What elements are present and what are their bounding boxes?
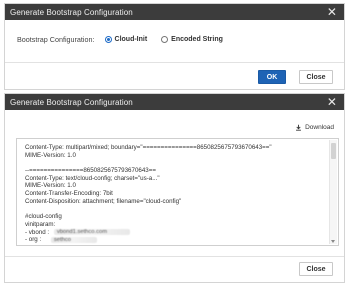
radio-label-cloud-init: Cloud-Init	[114, 35, 148, 43]
divider	[5, 256, 344, 257]
close-button[interactable]: Close	[299, 70, 333, 84]
scrollbar[interactable]	[329, 140, 337, 244]
config-line: Content-Type: multipart/mixed; boundary=…	[25, 144, 272, 151]
config-line: Content-Type: text/cloud-config; charset…	[25, 174, 160, 182]
config-line: Content-Transfer-Encoding: 7bit	[25, 190, 113, 198]
org-value: sethco	[50, 236, 97, 243]
radio-circle-checked[interactable]	[104, 35, 112, 43]
bootstrap-config-dialog: Generate Bootstrap Configuration ✕ Boots…	[4, 3, 345, 90]
org-key: - org :	[25, 236, 42, 244]
config-line: Content-Disposition: attachment; filenam…	[25, 197, 182, 205]
bootstrap-config-output-dialog: Generate Bootstrap Configuration ✕ Downl…	[4, 93, 345, 283]
dialog-titlebar: Generate Bootstrap Configuration ✕	[5, 94, 344, 110]
close-button[interactable]: Close	[299, 262, 333, 276]
config-line: MIME-Version: 1.0	[25, 151, 76, 159]
config-line: #cloud-config	[25, 213, 62, 221]
divider	[5, 62, 344, 63]
download-button[interactable]: Download	[295, 124, 334, 131]
config-line	[25, 206, 324, 214]
radio-encoded-string[interactable]: Encoded String	[161, 35, 223, 43]
vbond-key: - vbond :	[25, 228, 50, 236]
vbond-value: vbond1.sethco.com	[53, 228, 130, 235]
config-type-label: Bootstrap Configuration:	[17, 34, 95, 44]
config-line: vinitparam:	[25, 220, 56, 228]
config-line	[25, 159, 324, 167]
config-type-row: Bootstrap Configuration: Cloud-Init Enco…	[5, 28, 344, 50]
radio-circle[interactable]	[161, 35, 169, 43]
radio-cloud-init[interactable]: Cloud-Init	[104, 35, 148, 43]
config-line-vbond: - vbond : vbond1.sethco.com	[25, 229, 324, 237]
ok-button[interactable]: OK	[258, 70, 286, 84]
radio-label-encoded-string: Encoded String	[171, 35, 223, 43]
config-line-org: - org : sethco	[25, 236, 324, 244]
close-icon[interactable]: ✕	[326, 6, 338, 18]
config-output-text: Content-Type: multipart/mixed; boundary=…	[25, 144, 324, 244]
config-line: MIME-Version: 1.0	[25, 182, 76, 190]
scroll-thumb[interactable]	[331, 143, 336, 159]
config-line: --===============8650825675793670643==	[25, 167, 156, 175]
dialog-title: Generate Bootstrap Configuration	[10, 97, 133, 107]
config-output-textarea[interactable]: Content-Type: multipart/mixed; boundary=…	[16, 138, 339, 246]
close-icon[interactable]: ✕	[326, 96, 338, 108]
scroll-down-arrow-icon[interactable]	[331, 240, 335, 243]
download-icon	[296, 124, 302, 131]
dialog-title: Generate Bootstrap Configuration	[10, 7, 133, 17]
dialog-titlebar: Generate Bootstrap Configuration ✕	[5, 4, 344, 20]
download-label: Download	[305, 124, 334, 131]
